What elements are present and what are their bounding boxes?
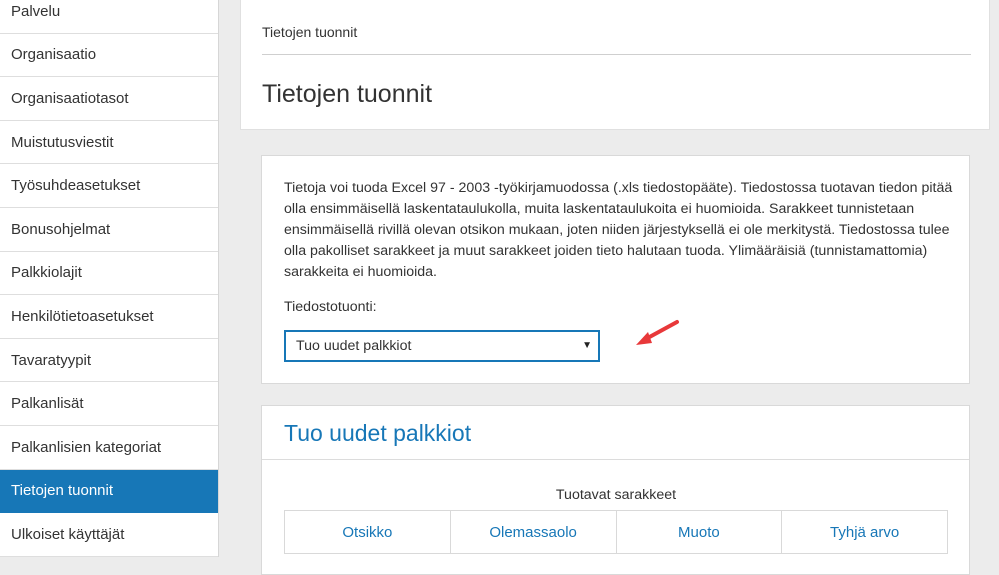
main-content: Tietojen tuonnit Tietojen tuonnit Tietoj… — [240, 0, 990, 575]
import-section-divider — [262, 459, 969, 460]
sidebar-item-henkilotietoasetukset[interactable]: Henkilötietoasetukset — [0, 295, 218, 339]
sidebar-item-palkanlisien-kategoriat[interactable]: Palkanlisien kategoriat — [0, 425, 218, 470]
breadcrumb: Tietojen tuonnit — [262, 24, 358, 40]
column-header-olemassaolo[interactable]: Olemassaolo — [451, 511, 617, 553]
column-header-otsikko[interactable]: Otsikko — [285, 511, 451, 553]
sidebar-item-palkanlisat[interactable]: Palkanlisät — [0, 382, 218, 426]
file-import-select[interactable]: Tuo uudet palkkiot ▼ — [284, 330, 600, 362]
table-caption: Tuotavat sarakkeet — [555, 487, 677, 503]
caret-down-icon: ▼ — [582, 340, 592, 351]
page-title: Tietojen tuonnit — [262, 80, 433, 108]
sidebar-item-palvelu[interactable]: Palvelu — [0, 0, 218, 34]
info-text: Tietoja voi tuoda Excel 97 - 2003 -työki… — [284, 180, 953, 280]
column-header-tyhja-arvo[interactable]: Tyhjä arvo — [782, 511, 947, 553]
sidebar-item-palkkiolajit[interactable]: Palkkiolajit — [0, 251, 218, 296]
columns-table-header: Otsikko Olemassaolo Muoto Tyhjä arvo — [284, 510, 948, 554]
sidebar-item-bonusohjelmat[interactable]: Bonusohjelmat — [0, 207, 218, 252]
sidebar-item-ulkoiset-kayttajat[interactable]: Ulkoiset käyttäjät — [0, 513, 218, 557]
sidebar: Palvelu Organisaatio Organisaatiotasot M… — [0, 0, 219, 557]
import-section-card: Tuo uudet palkkiot Tuotavat sarakkeet Ot… — [261, 405, 970, 575]
sidebar-item-tyosuhdeasetukset[interactable]: Työsuhdeasetukset — [0, 164, 218, 208]
page-header-card: Tietojen tuonnit Tietojen tuonnit — [240, 0, 990, 130]
red-arrow-icon — [636, 320, 679, 345]
sidebar-item-organisaatiotasot[interactable]: Organisaatiotasot — [0, 77, 218, 121]
info-card: Tietoja voi tuoda Excel 97 - 2003 -työki… — [261, 155, 970, 384]
sidebar-item-muistutusviestit[interactable]: Muistutusviestit — [0, 120, 218, 165]
column-header-muoto[interactable]: Muoto — [617, 511, 783, 553]
breadcrumb-divider — [262, 54, 971, 55]
import-section-title: Tuo uudet palkkiot — [284, 420, 472, 446]
sidebar-item-organisaatio[interactable]: Organisaatio — [0, 33, 218, 78]
file-import-selected-value: Tuo uudet palkkiot — [296, 338, 412, 354]
sidebar-item-tavaratyypit[interactable]: Tavaratyypit — [0, 338, 218, 383]
sidebar-item-tietojen-tuonnit[interactable]: Tietojen tuonnit — [0, 469, 218, 514]
file-import-label: Tiedostotuonti: — [284, 299, 377, 315]
